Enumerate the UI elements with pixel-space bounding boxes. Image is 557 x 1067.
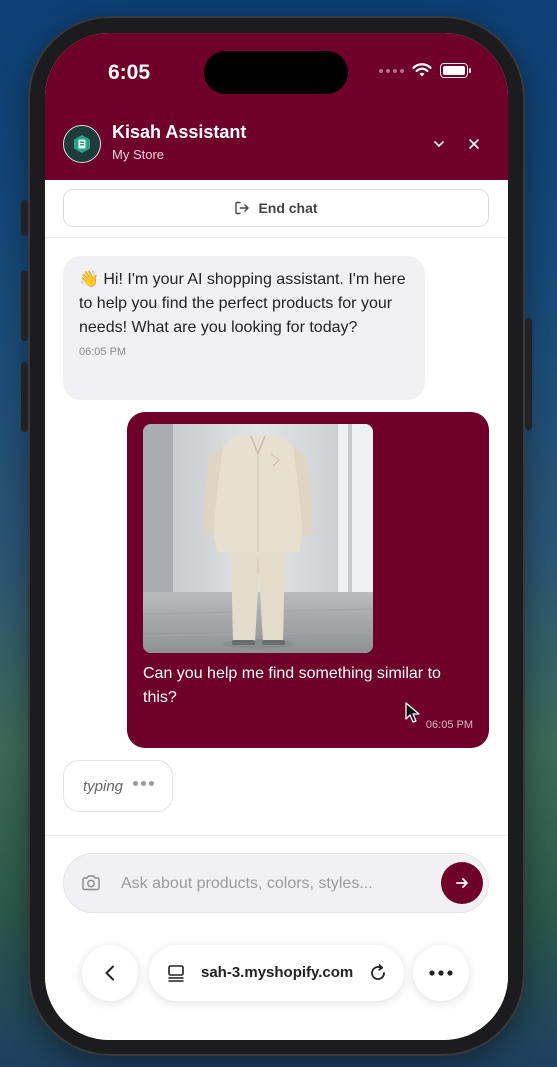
wave-emoji-icon: 👋 [79, 271, 99, 288]
assistant-message: 👋 Hi! I'm your AI shopping assistant. I'… [63, 256, 425, 400]
end-chat-bar: End chat [45, 180, 508, 238]
phone-action-button [21, 200, 28, 236]
battery-icon [440, 63, 471, 78]
chevron-left-icon [105, 965, 114, 981]
composer-area [45, 835, 508, 936]
phone-volume-down-button [21, 362, 28, 432]
end-chat-label: End chat [258, 200, 318, 216]
more-options-button[interactable] [413, 945, 469, 1001]
message-input[interactable] [119, 866, 423, 902]
back-button[interactable] [82, 945, 138, 1001]
status-time: 6:05 [108, 61, 151, 84]
minimize-chevron-down-icon[interactable] [428, 133, 450, 155]
mouse-pointer-icon [405, 702, 420, 723]
more-dots-icon [429, 970, 453, 976]
logout-icon [235, 201, 250, 215]
assistant-title: Kisah Assistant [112, 122, 247, 142]
user-message-text: Can you help me find something similar t… [143, 665, 441, 706]
chat-header: 6:05 Kisah Assistant My Store [45, 33, 508, 180]
dynamic-island [204, 51, 348, 94]
typing-dots-icon [133, 780, 155, 786]
camera-icon[interactable] [80, 872, 102, 894]
composer-box [63, 853, 489, 913]
assistant-message-time: 06:05 PM [79, 346, 127, 358]
uploaded-product-image[interactable] [143, 424, 373, 653]
phone-power-button [525, 318, 532, 430]
status-icons [379, 63, 471, 78]
reload-icon[interactable] [368, 963, 388, 983]
typing-indicator: typing [63, 760, 173, 812]
send-button[interactable] [441, 862, 483, 904]
typing-label: typing [83, 777, 124, 795]
close-icon[interactable] [463, 133, 485, 155]
address-bar[interactable]: sah-3.myshopify.com [149, 945, 404, 1001]
signal-icon [379, 68, 404, 73]
end-chat-button[interactable]: End chat [63, 189, 489, 227]
url-text: sah-3.myshopify.com [201, 964, 354, 981]
store-logo-icon [63, 125, 101, 163]
wifi-icon [412, 63, 432, 77]
arrow-right-icon [456, 878, 468, 888]
assistant-message-text: Hi! I'm your AI shopping assistant. I'm … [79, 271, 406, 336]
browser-toolbar: sah-3.myshopify.com [45, 943, 508, 1040]
user-message: Can you help me find something similar t… [127, 412, 489, 748]
phone-volume-up-button [21, 271, 28, 341]
store-subtitle: My Store [112, 147, 165, 162]
phone-screen: 6:05 Kisah Assistant My Store End chat 👋… [45, 33, 508, 1040]
tabs-icon [168, 965, 184, 982]
user-message-time: 06:05 PM [425, 719, 473, 731]
